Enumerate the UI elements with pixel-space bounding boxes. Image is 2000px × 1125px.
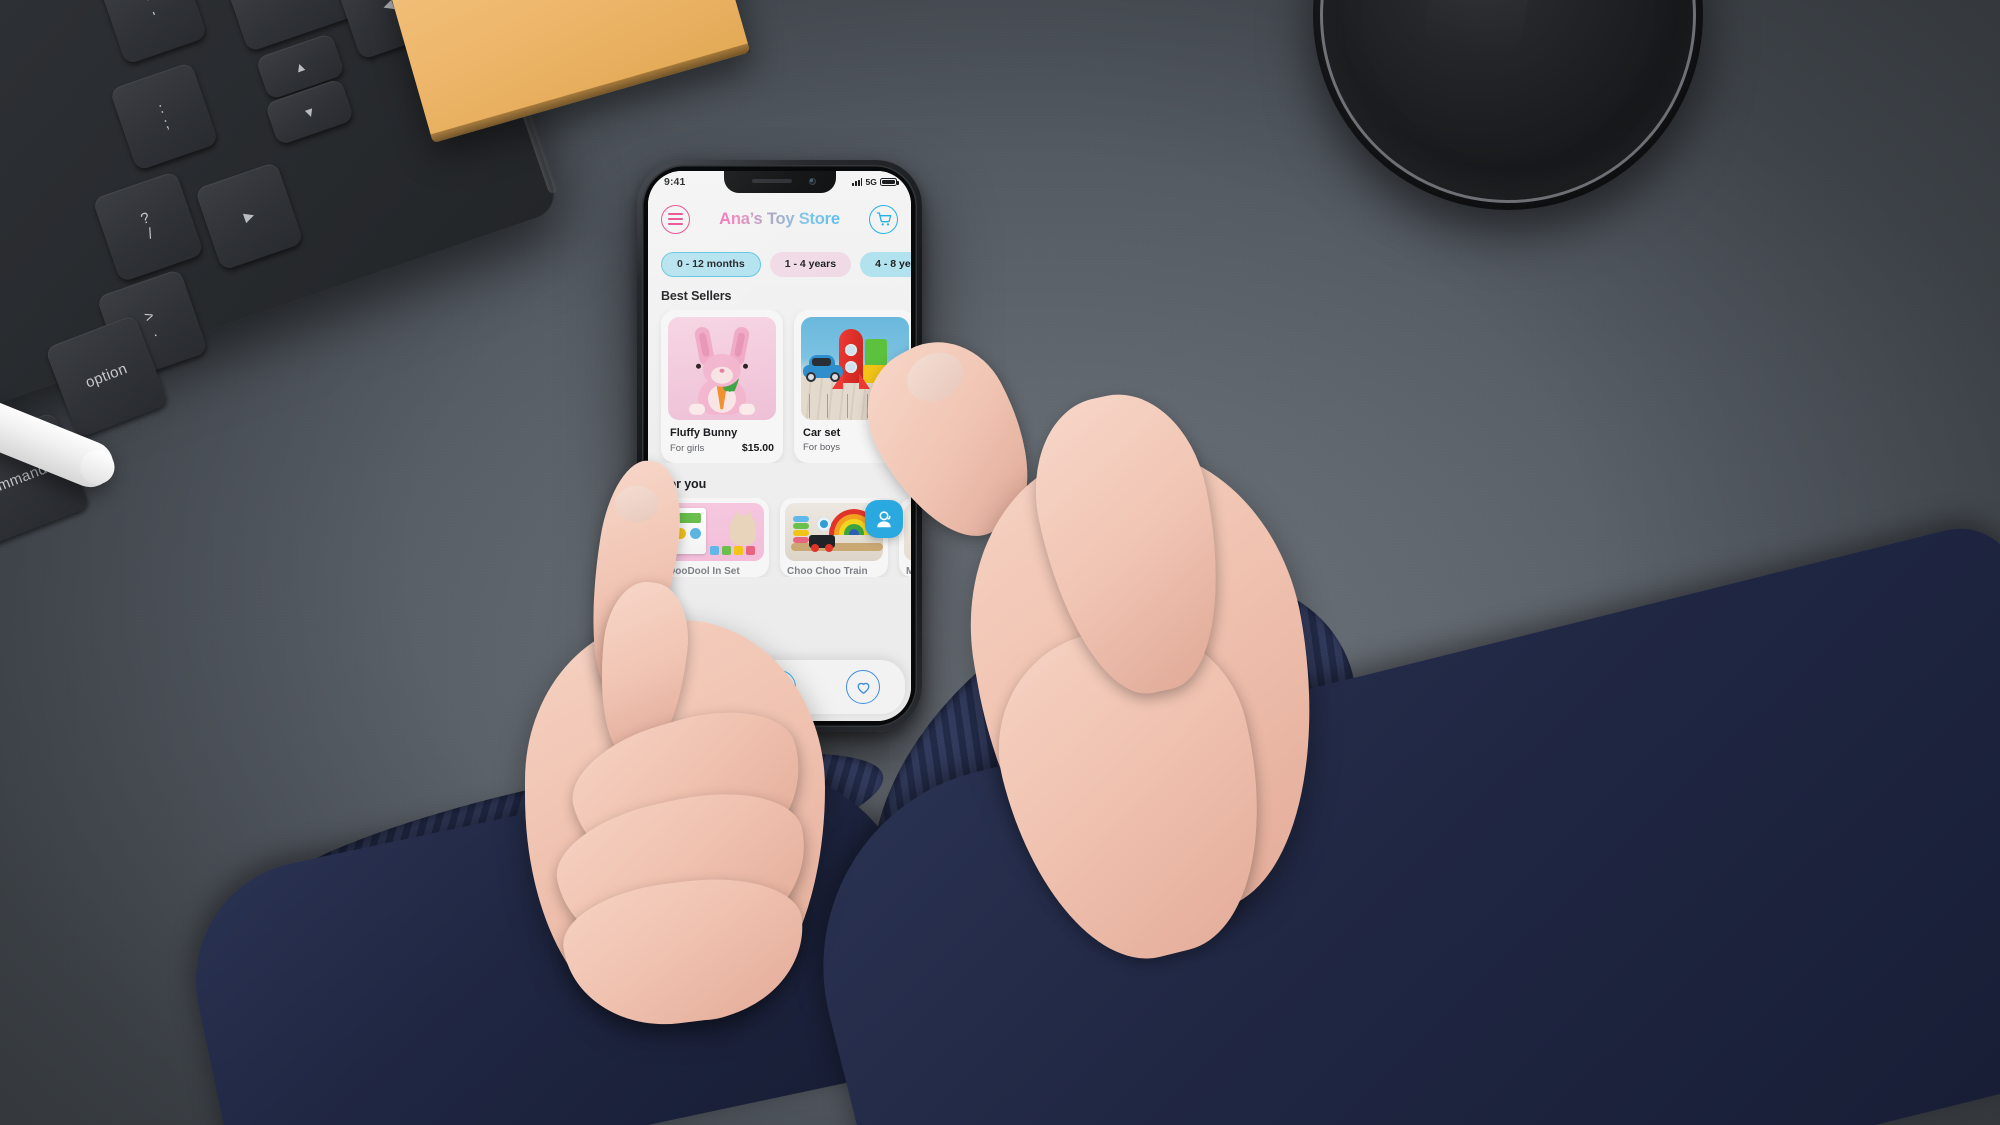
hamburger-menu-button[interactable]	[661, 204, 690, 234]
key-slash-label: ? /	[138, 209, 156, 243]
key-arrow-left-label: ▶	[241, 206, 257, 225]
key-arrow-left: ▶	[194, 161, 304, 271]
product-price: $15.00	[741, 442, 774, 454]
chip-4-8-years[interactable]: 4 - 8 ye	[860, 251, 911, 277]
status-time: 9:41	[664, 176, 686, 188]
key-arrow-up-label: ▲	[291, 57, 309, 76]
right-hand	[843, 318, 1420, 1028]
hamburger-menu-icon	[668, 213, 683, 225]
chip-1-4-years[interactable]: 1 - 4 years	[769, 251, 852, 277]
product-audience: For boys	[803, 442, 840, 453]
network-label: 5G	[865, 177, 877, 187]
product-meta: For girls $15.00	[668, 442, 776, 454]
product-card-fluffy-bunny[interactable]: Fluffy Bunny For girls $15.00	[661, 310, 783, 463]
chip-label: 0 - 12 months	[677, 258, 745, 270]
key-quote-label: " '	[144, 0, 160, 26]
best-sellers-heading: Best Sellers	[661, 289, 732, 303]
status-indicators: 5G	[851, 177, 899, 187]
product-image-fluffy-bunny	[668, 317, 776, 420]
key-quote: " '	[98, 0, 208, 65]
shopping-cart-icon	[876, 212, 891, 226]
chip-0-12-months[interactable]: 0 - 12 months	[661, 251, 761, 277]
page-title: Ana’s Toy Store	[719, 209, 840, 228]
status-bar: 9:41 5G	[648, 171, 911, 193]
key-option-label: option	[83, 360, 130, 392]
signal-bars-icon	[851, 178, 863, 186]
key-arrow-down-label: ▼	[300, 102, 319, 122]
key-period-label: > .	[142, 307, 160, 341]
left-hand	[455, 455, 885, 1037]
product-audience: For girls	[670, 443, 705, 454]
age-filter-chips[interactable]: 0 - 12 months 1 - 4 years 4 - 8 ye	[648, 245, 911, 283]
key-semicolon: : ;	[109, 61, 219, 172]
chip-label: 1 - 4 years	[784, 258, 837, 270]
app-header: Ana’s Toy Store	[648, 193, 911, 245]
chip-label: 4 - 8 ye	[875, 258, 911, 270]
key-semicolon-label: : ;	[156, 99, 172, 133]
shopping-cart-button[interactable]	[869, 204, 898, 234]
key-slash: ? /	[92, 170, 205, 283]
product-name: Fluffy Bunny	[670, 427, 738, 439]
battery-icon	[880, 177, 899, 187]
